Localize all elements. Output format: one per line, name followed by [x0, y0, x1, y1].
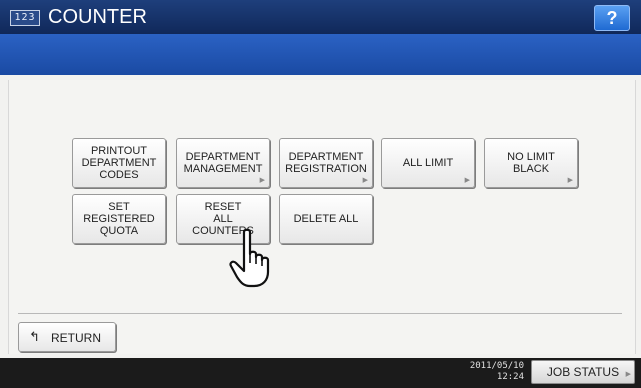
department-management-button[interactable]: DEPARTMENT MANAGEMENT ▶ — [176, 138, 270, 188]
button-label: DELETE ALL — [293, 213, 359, 225]
help-button[interactable]: ? — [594, 5, 630, 31]
printout-department-codes-button[interactable]: PRINTOUT DEPARTMENT CODES — [72, 138, 166, 188]
return-button[interactable]: ↰ RETURN — [18, 322, 116, 352]
all-limit-button[interactable]: ALL LIMIT ▶ — [381, 138, 475, 188]
submenu-arrow-icon: ▶ — [567, 177, 573, 184]
no-limit-black-button[interactable]: NO LIMIT BLACK ▶ — [484, 138, 578, 188]
submenu-arrow-icon: ▶ — [259, 177, 265, 184]
return-arrow-icon: ↰ — [29, 329, 40, 344]
submenu-arrow-icon: ▶ — [464, 177, 470, 184]
hand-pointer-icon — [229, 228, 270, 288]
button-label: NO LIMIT BLACK — [507, 151, 555, 175]
button-label: SET REGISTERED QUOTA — [83, 201, 155, 237]
button-label: ALL LIMIT — [402, 157, 454, 169]
job-status-label: JOB STATUS — [546, 365, 620, 379]
date-text: 2011/05/10 — [469, 361, 524, 371]
status-bar: 2011/05/10 12:24 JOB STATUS ▶ — [0, 358, 641, 388]
set-registered-quota-button[interactable]: SET REGISTERED QUOTA — [72, 194, 166, 244]
panel-divider — [18, 313, 622, 314]
title-bar: 123 COUNTER ? — [0, 0, 641, 34]
message-bar — [0, 34, 641, 75]
counter-screen: 123 COUNTER ? PRINTOUT DEPARTMENT CODES … — [0, 0, 641, 388]
job-status-button[interactable]: JOB STATUS ▶ — [531, 360, 635, 384]
return-label: RETURN — [51, 331, 101, 345]
button-label: DEPARTMENT REGISTRATION — [285, 151, 367, 175]
submenu-arrow-icon: ▶ — [625, 371, 631, 378]
page-title: COUNTER — [48, 6, 147, 28]
button-label: PRINTOUT DEPARTMENT CODES — [81, 145, 157, 181]
counter-app-icon: 123 — [10, 10, 40, 26]
button-label: DEPARTMENT MANAGEMENT — [183, 151, 263, 175]
delete-all-button[interactable]: DELETE ALL — [279, 194, 373, 244]
date-time: 2011/05/10 12:24 — [458, 361, 524, 383]
submenu-arrow-icon: ▶ — [362, 177, 368, 184]
time-text: 12:24 — [496, 372, 524, 382]
department-registration-button[interactable]: DEPARTMENT REGISTRATION ▶ — [279, 138, 373, 188]
